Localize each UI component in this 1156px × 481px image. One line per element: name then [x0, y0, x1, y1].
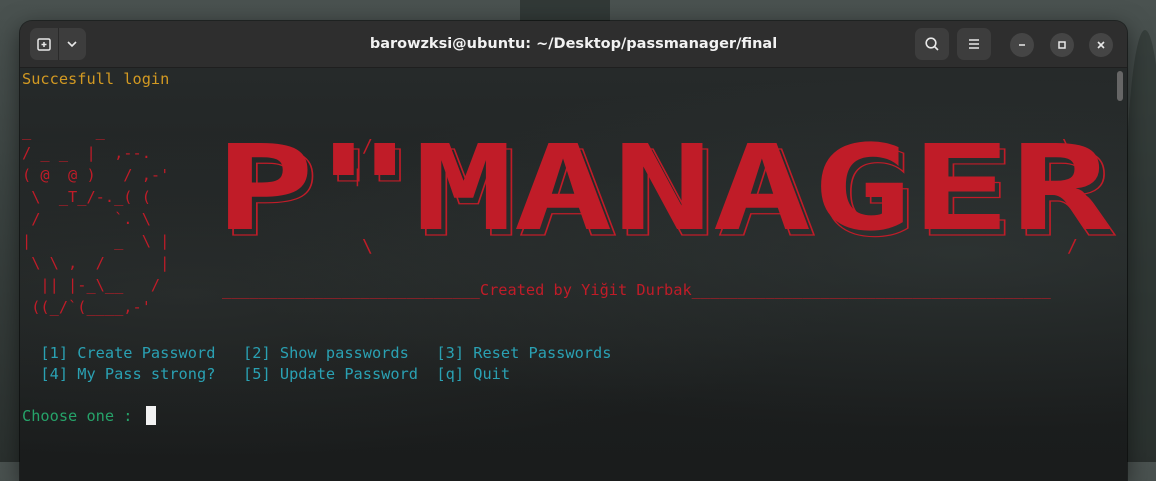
- close-button[interactable]: [1089, 33, 1113, 57]
- menu-row-1: [1] Create Password [2] Show passwords […: [22, 344, 612, 362]
- background-tree: [1125, 30, 1156, 450]
- title-bar: barowzksi@ubuntu: ~/Desktop/passmanager/…: [20, 21, 1127, 68]
- prompt-text: Choose one :: [22, 407, 142, 425]
- menu-button[interactable]: [957, 28, 991, 60]
- minimize-button[interactable]: [1010, 33, 1034, 57]
- minimize-icon: [1019, 44, 1025, 46]
- terminal-content[interactable]: Succesfull login _ _ / _ _ | ,--. ( @ @ …: [22, 69, 1127, 481]
- maximize-icon: [1058, 41, 1066, 49]
- menu-row-2: [4] My Pass strong? [5] Update Password …: [22, 365, 511, 383]
- banner-title: / | \ \ | / P"MANAGER P"MANAGER: [215, 127, 1117, 264]
- login-status: Succesfull login: [22, 70, 170, 88]
- hamburger-menu-icon: [969, 39, 979, 49]
- input-prompt[interactable]: Choose one :: [22, 406, 156, 427]
- maximize-button[interactable]: [1050, 33, 1074, 57]
- banner-text: P"MANAGER: [215, 127, 1111, 257]
- text-cursor: [145, 406, 156, 425]
- credit-line: ____________________________Created by Y…: [22, 280, 1051, 301]
- search-icon: [925, 37, 939, 51]
- credit-text: ____________________________Created by Y…: [222, 281, 1051, 299]
- close-icon: [1097, 41, 1105, 49]
- search-button[interactable]: [915, 28, 949, 60]
- terminal-window: barowzksi@ubuntu: ~/Desktop/passmanager/…: [20, 21, 1127, 481]
